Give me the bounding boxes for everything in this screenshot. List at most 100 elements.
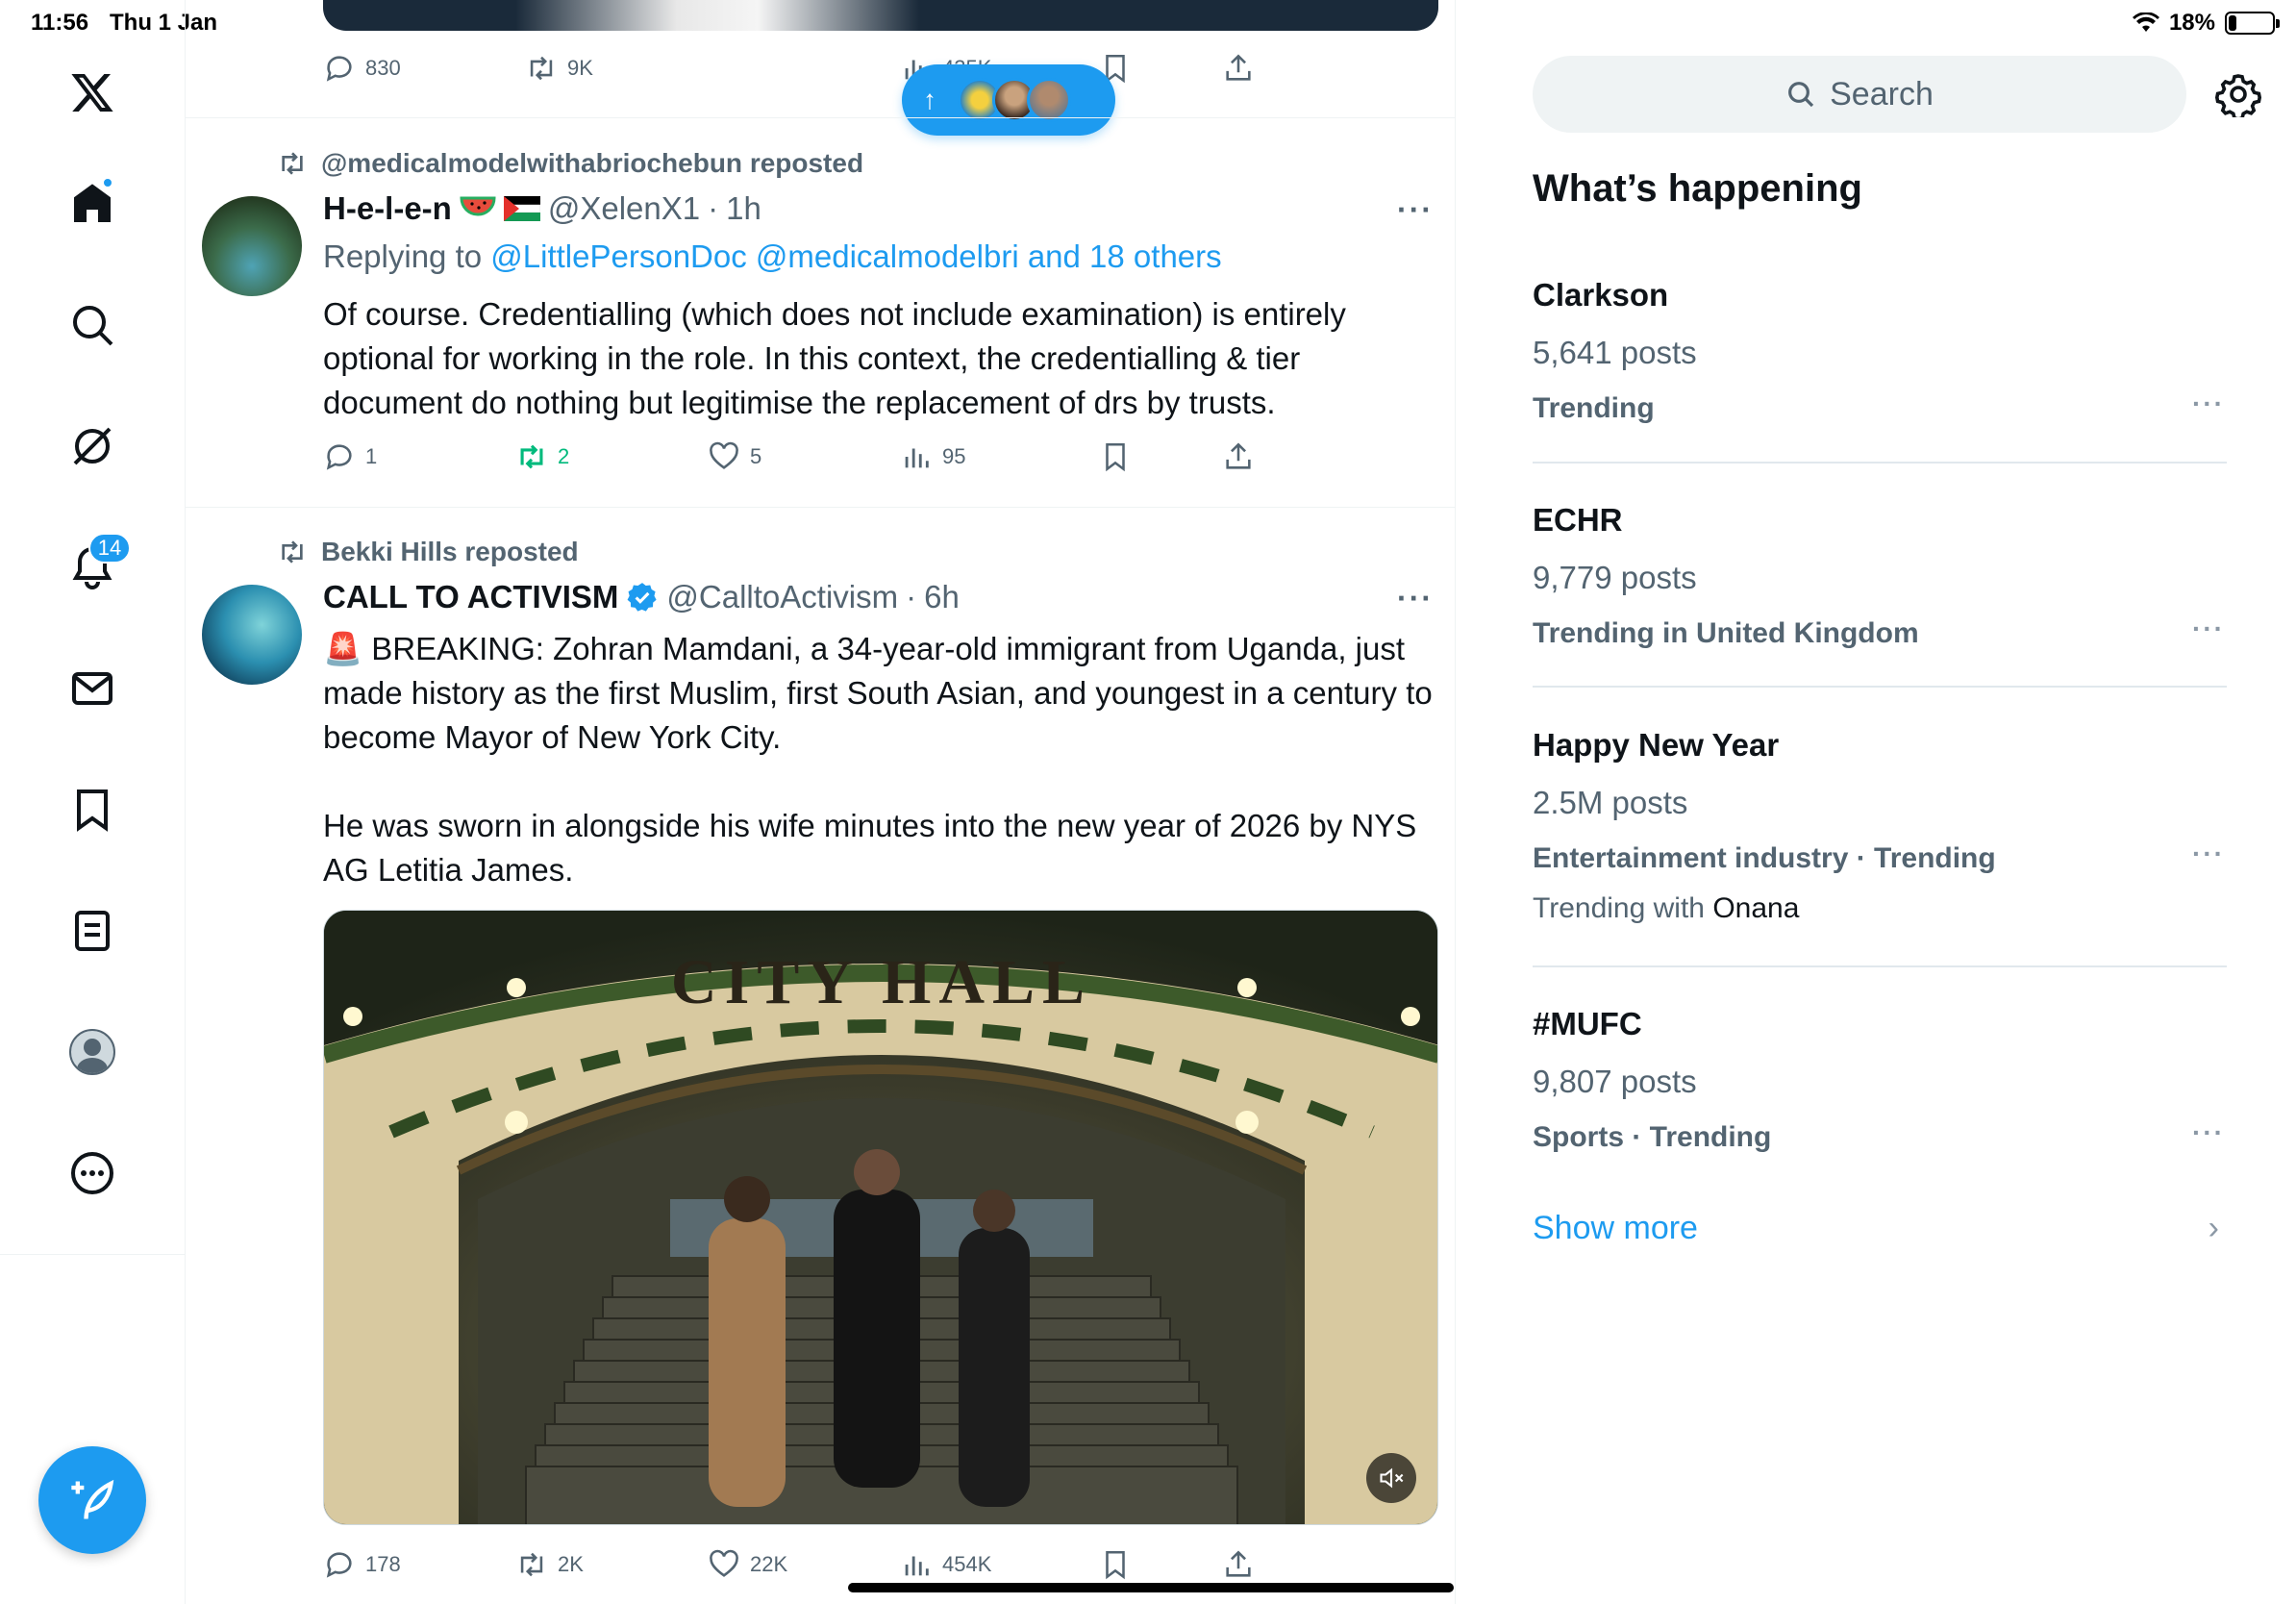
reply-button[interactable]: 1 — [323, 440, 377, 473]
avatar — [1027, 78, 1071, 122]
trend-item[interactable]: #MUFC 9,807 posts Sports · Trending ··· — [1533, 1006, 2225, 1154]
views-button[interactable]: 454K — [900, 1548, 991, 1581]
repost-button[interactable]: 9K — [525, 52, 593, 85]
repost-by: Bekki Hills reposted — [321, 537, 579, 566]
reply-count: 1 — [365, 444, 378, 468]
repost-count: 2 — [558, 444, 570, 468]
trend-divider — [1533, 462, 2227, 464]
lists-nav-item[interactable] — [54, 892, 131, 969]
reply-button[interactable]: 178 — [323, 1548, 401, 1581]
author-handle[interactable]: @CalltoActivism — [666, 579, 898, 615]
bookmark-button[interactable] — [1099, 1548, 1132, 1581]
reply-targets-link[interactable]: @LittlePersonDoc @medicalmodelbri and 18… — [490, 238, 1221, 274]
list-icon — [75, 911, 110, 951]
city-hall-sign: CITY HALL — [671, 947, 1092, 1017]
trend-divider — [1533, 686, 2227, 688]
trend-meta: Trending in United Kingdom — [1533, 617, 1919, 649]
x-logo-icon[interactable] — [54, 54, 131, 131]
share-button[interactable] — [1222, 52, 1255, 85]
tweet-text: Of course. Credentialling (which does no… — [323, 296, 1346, 420]
home-nav-item[interactable] — [54, 165, 131, 242]
reply-button[interactable]: 830 — [323, 52, 401, 85]
tweet-time[interactable]: 1h — [726, 190, 761, 227]
watermelon-emoji-icon — [460, 196, 496, 216]
separator: · — [906, 579, 917, 614]
reply-icon — [326, 444, 352, 470]
trend-more-button[interactable]: ··· — [2192, 839, 2225, 869]
trend-related-term[interactable]: Onana — [1712, 892, 1799, 924]
bookmark-icon — [1106, 442, 1125, 472]
trend-more-button[interactable]: ··· — [2192, 1117, 2225, 1148]
avatar — [69, 1029, 115, 1075]
speaker-muted-icon — [1380, 1467, 1404, 1489]
heart-icon — [710, 1549, 738, 1577]
bookmark-icon — [1106, 1550, 1125, 1580]
trend-item[interactable]: ECHR 9,779 posts Trending in United King… — [1533, 502, 2225, 650]
reply-icon — [326, 1552, 352, 1578]
trend-name: Clarkson — [1533, 277, 1669, 313]
home-indicator[interactable] — [848, 1583, 1454, 1592]
show-more-link[interactable]: Show more › — [1533, 1210, 2227, 1247]
share-button[interactable] — [1222, 1548, 1255, 1581]
repost-icon — [520, 1552, 543, 1577]
nav-divider — [0, 1254, 186, 1255]
author-handle[interactable]: @XelenX1 — [548, 190, 700, 227]
repost-button[interactable]: 2K — [515, 1548, 584, 1581]
tweet-time[interactable]: 6h — [924, 579, 960, 615]
compose-button[interactable] — [38, 1446, 146, 1554]
separator: · — [708, 190, 719, 226]
search-icon — [73, 306, 113, 346]
tweet-video[interactable]: CITY HALL — [323, 910, 1438, 1525]
bookmark-button[interactable] — [1099, 440, 1132, 473]
tweet-paragraph: 🚨 BREAKING: Zohran Mamdani, a 34-year-ol… — [323, 631, 1433, 755]
search-input[interactable]: Search — [1533, 56, 2186, 133]
trend-item[interactable]: Clarkson 5,641 posts Trending ··· — [1533, 277, 2225, 425]
avatar[interactable] — [202, 585, 302, 685]
gear-icon[interactable] — [2215, 71, 2261, 117]
right-sidebar: Search What’s happening Clarkson 5,641 p… — [1456, 0, 2296, 1604]
avatar[interactable] — [202, 196, 302, 296]
views-count: 95 — [942, 444, 966, 468]
new-posts-pill[interactable]: ↑ — [902, 64, 1115, 136]
like-button[interactable]: 5 — [708, 440, 761, 473]
trend-count: 9,807 posts — [1533, 1064, 1697, 1099]
share-icon — [1226, 54, 1251, 81]
reply-count: 830 — [365, 56, 401, 80]
grok-nav-item[interactable] — [54, 408, 131, 485]
trend-more-button[interactable]: ··· — [2192, 388, 2225, 419]
feather-plus-icon — [71, 1479, 114, 1519]
share-button[interactable] — [1222, 440, 1255, 473]
reply-icon — [326, 56, 352, 82]
more-options-button[interactable]: ··· — [1397, 581, 1434, 616]
tweet-divider — [186, 507, 1455, 508]
explore-nav-item[interactable] — [54, 287, 131, 363]
more-nav-item[interactable] — [54, 1135, 131, 1212]
trend-name: ECHR — [1533, 502, 1623, 538]
trend-meta: Trending — [1533, 392, 1655, 424]
more-options-button[interactable]: ··· — [1397, 192, 1434, 228]
like-count: 22K — [750, 1552, 788, 1576]
arrow-up-icon: ↑ — [923, 85, 936, 114]
mute-button[interactable] — [1366, 1453, 1416, 1503]
repost-button[interactable]: 2 — [515, 440, 569, 473]
share-icon — [1226, 1550, 1251, 1577]
repost-context: Bekki Hills reposted — [277, 537, 579, 567]
trend-more-button[interactable]: ··· — [2192, 614, 2225, 644]
trend-related: Trending with Onana — [1533, 892, 2225, 925]
author-name[interactable]: H-e-l-e-n — [323, 190, 452, 227]
trend-name: #MUFC — [1533, 1006, 1642, 1041]
search-placeholder: Search — [1830, 75, 1934, 113]
notifications-nav-item[interactable]: 14 — [54, 529, 131, 606]
bookmarks-nav-item[interactable] — [54, 771, 131, 848]
repost-icon — [530, 56, 553, 81]
views-button[interactable]: 95 — [900, 440, 965, 473]
repost-icon — [282, 540, 303, 564]
profile-nav-item[interactable] — [54, 1014, 131, 1090]
author-name[interactable]: CALL TO ACTIVISM — [323, 579, 618, 615]
trend-item[interactable]: Happy New Year 2.5M posts Entertainment … — [1533, 727, 2225, 925]
previous-tweet-media[interactable] — [323, 0, 1438, 31]
messages-nav-item[interactable] — [54, 650, 131, 727]
trend-meta: Entertainment industry · Trending — [1533, 842, 1996, 874]
tweet-text: 🚨 BREAKING: Zohran Mamdani, a 34-year-ol… — [323, 627, 1438, 892]
like-button[interactable]: 22K — [708, 1548, 787, 1581]
